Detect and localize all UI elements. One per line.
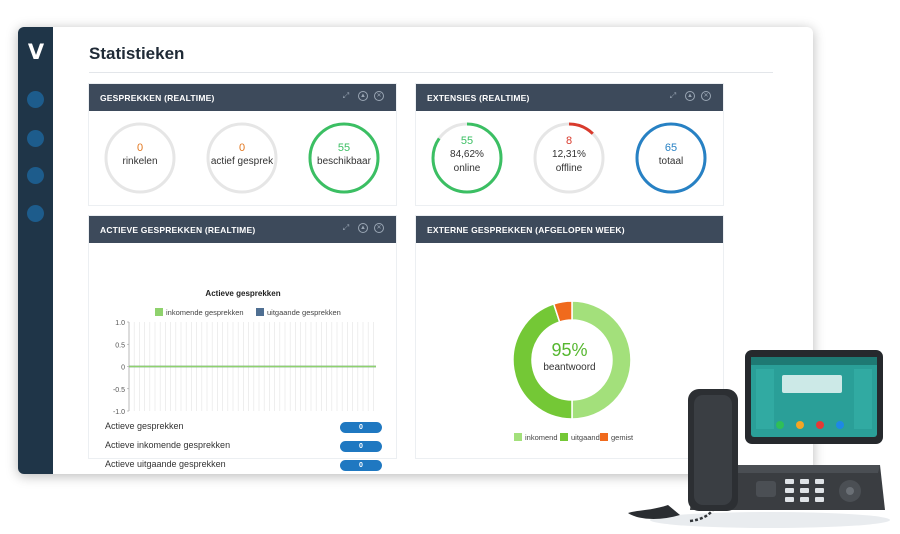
gauge-value: 8 (565, 135, 573, 147)
panel-header: ACTIEVE GESPREKKEN (REALTIME) ⤢ ▲ ✕ (89, 216, 396, 243)
desk-phone-image (628, 350, 890, 528)
panel-title: EXTERNE GESPREKKEN (AFGELOPEN WEEK) (427, 225, 625, 235)
panel-header: EXTERNE GESPREKKEN (AFGELOPEN WEEK) (416, 216, 723, 243)
close-icon[interactable]: ✕ (374, 223, 384, 233)
gauge-label: online (453, 163, 481, 174)
nav-item-2[interactable] (27, 130, 44, 147)
gauge-value: 65 (664, 142, 678, 154)
y-tick-label: 0.5 (115, 342, 125, 349)
close-icon[interactable]: ✕ (374, 91, 384, 101)
legend-swatch (600, 433, 608, 441)
stat-label: Actieve gesprekken (105, 421, 184, 431)
legend-label: uitgaand (571, 433, 600, 442)
stat-label: Actieve inkomende gesprekken (105, 440, 231, 450)
y-tick-label: -1.0 (113, 409, 125, 416)
stat-value-badge: 0 (340, 441, 382, 452)
collapse-icon[interactable]: ▲ (685, 91, 695, 101)
panel-header: EXTENSIES (REALTIME) ⤢ ▲ ✕ (416, 84, 723, 111)
phone-cord (628, 505, 680, 519)
expand-icon[interactable]: ⤢ (668, 91, 678, 101)
panel-title: ACTIEVE GESPREKKEN (REALTIME) (100, 225, 256, 235)
sidebar: V (18, 27, 53, 474)
gauge-value: 0 (238, 142, 246, 154)
nav-item-1[interactable] (27, 91, 44, 108)
gauge-label: beschikbaar (317, 156, 371, 167)
title-divider (89, 72, 773, 73)
y-tick-label: 0 (121, 365, 125, 372)
y-tick-label: 1.0 (115, 320, 125, 327)
gauge-online: 55 84,62% online (426, 117, 508, 199)
stat-label: Actieve uitgaande gesprekken (105, 459, 226, 469)
stage: V Statistieken GESPREKKEN (REALTIME) ⤢ ▲… (0, 0, 900, 534)
gauge-actief-gesprek: 0 actief gesprek (201, 117, 283, 199)
collapse-icon[interactable]: ▲ (358, 223, 368, 233)
page-title: Statistieken (89, 44, 185, 63)
panel-gesprekken: GESPREKKEN (REALTIME) ⤢ ▲ ✕ 0 rinkelen 0 ac… (88, 83, 397, 206)
close-icon[interactable]: ✕ (701, 91, 711, 101)
legend-swatch (155, 308, 163, 316)
legend-item: inkomend (514, 433, 558, 442)
gauge-label: totaal (658, 156, 684, 167)
gauge-beschikbaar: 55 beschikbaar (303, 117, 385, 199)
nav-item-3[interactable] (27, 167, 44, 184)
stat-value-badge: 0 (340, 460, 382, 471)
collapse-icon[interactable]: ▲ (358, 91, 368, 101)
app-logo[interactable]: V (24, 41, 48, 63)
legend-label: uitgaande gesprekken (267, 308, 341, 317)
legend-swatch (256, 308, 264, 316)
y-tick-label: -0.5 (113, 387, 125, 394)
gauge-label: actief gesprek (210, 156, 274, 167)
gauge-rinkelen: 0 rinkelen (99, 117, 181, 199)
expand-icon[interactable]: ⤢ (341, 91, 351, 101)
panel-title: GESPREKKEN (REALTIME) (100, 93, 215, 103)
legend-swatch (560, 433, 568, 441)
gauge-percent: 12,31% (552, 149, 586, 160)
gauge-totaal: 65 totaal (630, 117, 712, 199)
expand-icon[interactable]: ⤢ (341, 223, 351, 233)
gauge-offline: 8 12,31% offline (528, 117, 610, 199)
stat-value-badge: 0 (340, 422, 382, 433)
gauge-label: offline (555, 163, 583, 174)
gauge-value: 55 (460, 135, 474, 147)
panel-actieve-gesprekken: ACTIEVE GESPREKKEN (REALTIME) ⤢ ▲ ✕ Acti… (88, 215, 397, 471)
panel-header: GESPREKKEN (REALTIME) ⤢ ▲ ✕ (89, 84, 396, 111)
legend-item: uitgaand (560, 433, 600, 442)
legend-label: inkomend (525, 433, 558, 442)
gauge-percent: 84,62% (450, 149, 484, 160)
nav-item-4[interactable] (27, 205, 44, 222)
chart-title: Actieve gesprekken (205, 289, 280, 298)
line-chart: Actieve gesprekken inkomende gesprekken ui… (113, 289, 376, 416)
panel-title: EXTENSIES (REALTIME) (427, 93, 530, 103)
legend-swatch (514, 433, 522, 441)
gauge-value: 55 (337, 142, 351, 154)
legend-label: inkomende gesprekken (166, 308, 244, 317)
gauge-label: rinkelen (122, 156, 158, 167)
panel-extensies: EXTENSIES (REALTIME) ⤢ ▲ ✕ 55 84,62% onlin… (415, 83, 724, 206)
gauge-value: 0 (136, 142, 144, 154)
